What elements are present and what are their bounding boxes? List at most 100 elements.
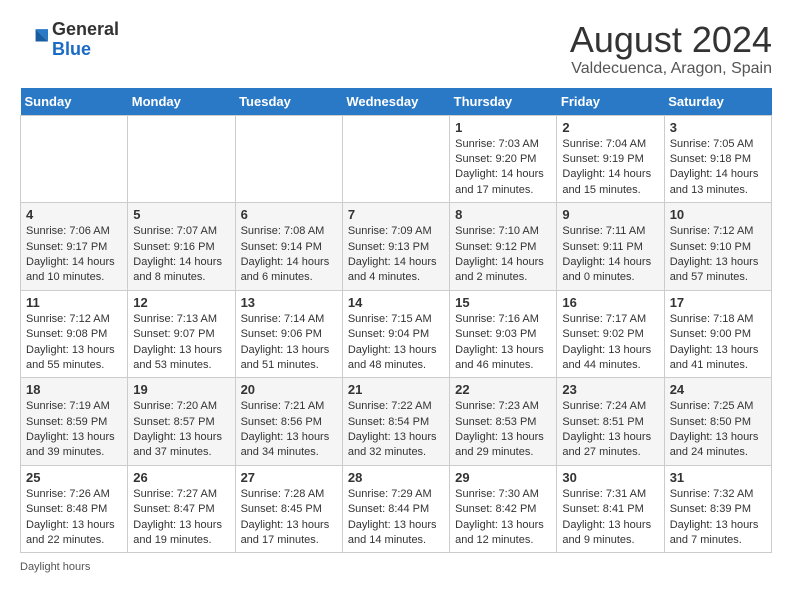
calendar-cell: 31 Sunrise: 7:32 AM Sunset: 8:39 PM Dayli… bbox=[664, 465, 771, 553]
weekday-header-tuesday: Tuesday bbox=[235, 88, 342, 116]
daylight-label: Daylight hours bbox=[20, 561, 90, 573]
day-info: Sunrise: 7:04 AM Sunset: 9:19 PM Dayligh… bbox=[562, 137, 658, 199]
week-row-3: 18 Sunrise: 7:19 AM Sunset: 8:59 PM Dayli… bbox=[21, 378, 772, 466]
day-info: Sunrise: 7:25 AM Sunset: 8:50 PM Dayligh… bbox=[670, 399, 766, 461]
weekday-header-thursday: Thursday bbox=[450, 88, 557, 116]
calendar-cell: 14Sunrise: 7:15 AM Sunset: 9:04 PM Dayli… bbox=[342, 290, 449, 378]
day-number: 8 bbox=[455, 207, 551, 222]
day-number: 13 bbox=[241, 295, 337, 310]
calendar-cell bbox=[342, 115, 449, 203]
day-info: Sunrise: 7:10 AM Sunset: 9:12 PM Dayligh… bbox=[455, 224, 551, 286]
day-info: Sunrise: 7:13 AM Sunset: 9:07 PM Dayligh… bbox=[133, 312, 229, 374]
day-number: 21 bbox=[348, 382, 444, 397]
day-info: Sunrise: 7:24 AM Sunset: 8:51 PM Dayligh… bbox=[562, 399, 658, 461]
calendar-cell: 25Sunrise: 7:26 AM Sunset: 8:48 PM Dayli… bbox=[21, 465, 128, 553]
day-number: 31 bbox=[670, 470, 766, 485]
weekday-header-row: SundayMondayTuesdayWednesdayThursdayFrid… bbox=[21, 88, 772, 116]
calendar-table: SundayMondayTuesdayWednesdayThursdayFrid… bbox=[20, 88, 772, 554]
day-info: Sunrise: 7:22 AM Sunset: 8:54 PM Dayligh… bbox=[348, 399, 444, 461]
calendar-cell: 8 Sunrise: 7:10 AM Sunset: 9:12 PM Daylig… bbox=[450, 203, 557, 291]
calendar-cell: 3Sunrise: 7:05 AM Sunset: 9:18 PM Daylig… bbox=[664, 115, 771, 203]
calendar-cell: 11 Sunrise: 7:12 AM Sunset: 9:08 PM Dayli… bbox=[21, 290, 128, 378]
calendar-cell: 4 Sunrise: 7:06 AM Sunset: 9:17 PM Daylig… bbox=[21, 203, 128, 291]
day-info: Sunrise: 7:16 AM Sunset: 9:03 PM Dayligh… bbox=[455, 312, 551, 374]
day-number: 15 bbox=[455, 295, 551, 310]
day-info: Sunrise: 7:12 AM Sunset: 9:08 PM Dayligh… bbox=[26, 312, 122, 374]
day-number: 12 bbox=[133, 295, 229, 310]
day-number: 9 bbox=[562, 207, 658, 222]
calendar-cell: 21 Sunrise: 7:22 AM Sunset: 8:54 PM Dayli… bbox=[342, 378, 449, 466]
day-number: 20 bbox=[241, 382, 337, 397]
day-number: 11 bbox=[26, 295, 122, 310]
calendar-cell: 23Sunrise: 7:24 AM Sunset: 8:51 PM Dayli… bbox=[557, 378, 664, 466]
day-number: 6 bbox=[241, 207, 337, 222]
calendar-cell: 5 Sunrise: 7:07 AM Sunset: 9:16 PM Daylig… bbox=[128, 203, 235, 291]
weekday-header-saturday: Saturday bbox=[664, 88, 771, 116]
week-row-2: 11 Sunrise: 7:12 AM Sunset: 9:08 PM Dayli… bbox=[21, 290, 772, 378]
day-number: 10 bbox=[670, 207, 766, 222]
logo: General Blue bbox=[20, 20, 119, 60]
day-info: Sunrise: 7:17 AM Sunset: 9:02 PM Dayligh… bbox=[562, 312, 658, 374]
day-number: 5 bbox=[133, 207, 229, 222]
day-number: 1 bbox=[455, 120, 551, 135]
day-info: Sunrise: 7:31 AM Sunset: 8:41 PM Dayligh… bbox=[562, 487, 658, 549]
day-info: Sunrise: 7:26 AM Sunset: 8:48 PM Dayligh… bbox=[26, 487, 122, 549]
calendar-cell: 10 Sunrise: 7:12 AM Sunset: 9:10 PM Dayli… bbox=[664, 203, 771, 291]
calendar-cell: 16 Sunrise: 7:17 AM Sunset: 9:02 PM Dayli… bbox=[557, 290, 664, 378]
calendar-cell: 28Sunrise: 7:29 AM Sunset: 8:44 PM Dayli… bbox=[342, 465, 449, 553]
day-info: Sunrise: 7:32 AM Sunset: 8:39 PM Dayligh… bbox=[670, 487, 766, 549]
day-number: 4 bbox=[26, 207, 122, 222]
footer: Daylight hours bbox=[20, 561, 772, 573]
calendar-cell: 26Sunrise: 7:27 AM Sunset: 8:47 PM Dayli… bbox=[128, 465, 235, 553]
logo-blue: Blue bbox=[52, 39, 91, 59]
weekday-header-sunday: Sunday bbox=[21, 88, 128, 116]
day-info: Sunrise: 7:07 AM Sunset: 9:16 PM Dayligh… bbox=[133, 224, 229, 286]
weekday-header-friday: Friday bbox=[557, 88, 664, 116]
day-number: 26 bbox=[133, 470, 229, 485]
day-info: Sunrise: 7:29 AM Sunset: 8:44 PM Dayligh… bbox=[348, 487, 444, 549]
day-info: Sunrise: 7:14 AM Sunset: 9:06 PM Dayligh… bbox=[241, 312, 337, 374]
page-header: General Blue August 2024 Valdecuenca, Ar… bbox=[20, 20, 772, 78]
day-number: 17 bbox=[670, 295, 766, 310]
day-info: Sunrise: 7:11 AM Sunset: 9:11 PM Dayligh… bbox=[562, 224, 658, 286]
day-info: Sunrise: 7:20 AM Sunset: 8:57 PM Dayligh… bbox=[133, 399, 229, 461]
calendar-cell: 15 Sunrise: 7:16 AM Sunset: 9:03 PM Dayli… bbox=[450, 290, 557, 378]
calendar-cell: 1 Sunrise: 7:03 AM Sunset: 9:20 PM Daylig… bbox=[450, 115, 557, 203]
calendar-cell: 29 Sunrise: 7:30 AM Sunset: 8:42 PM Dayli… bbox=[450, 465, 557, 553]
calendar-cell: 9 Sunrise: 7:11 AM Sunset: 9:11 PM Daylig… bbox=[557, 203, 664, 291]
day-number: 19 bbox=[133, 382, 229, 397]
day-info: Sunrise: 7:30 AM Sunset: 8:42 PM Dayligh… bbox=[455, 487, 551, 549]
calendar-cell: 18 Sunrise: 7:19 AM Sunset: 8:59 PM Dayli… bbox=[21, 378, 128, 466]
title-block: August 2024 Valdecuenca, Aragon, Spain bbox=[570, 20, 772, 78]
day-number: 27 bbox=[241, 470, 337, 485]
calendar-cell: 17Sunrise: 7:18 AM Sunset: 9:00 PM Dayli… bbox=[664, 290, 771, 378]
day-number: 29 bbox=[455, 470, 551, 485]
day-info: Sunrise: 7:09 AM Sunset: 9:13 PM Dayligh… bbox=[348, 224, 444, 286]
calendar-cell bbox=[128, 115, 235, 203]
day-number: 18 bbox=[26, 382, 122, 397]
weekday-header-monday: Monday bbox=[128, 88, 235, 116]
calendar-cell bbox=[21, 115, 128, 203]
calendar-cell: 24Sunrise: 7:25 AM Sunset: 8:50 PM Dayli… bbox=[664, 378, 771, 466]
day-number: 16 bbox=[562, 295, 658, 310]
day-info: Sunrise: 7:12 AM Sunset: 9:10 PM Dayligh… bbox=[670, 224, 766, 286]
day-info: Sunrise: 7:23 AM Sunset: 8:53 PM Dayligh… bbox=[455, 399, 551, 461]
location: Valdecuenca, Aragon, Spain bbox=[570, 60, 772, 78]
day-info: Sunrise: 7:08 AM Sunset: 9:14 PM Dayligh… bbox=[241, 224, 337, 286]
day-info: Sunrise: 7:06 AM Sunset: 9:17 PM Dayligh… bbox=[26, 224, 122, 286]
day-info: Sunrise: 7:28 AM Sunset: 8:45 PM Dayligh… bbox=[241, 487, 337, 549]
calendar-cell: 20Sunrise: 7:21 AM Sunset: 8:56 PM Dayli… bbox=[235, 378, 342, 466]
weekday-header-wednesday: Wednesday bbox=[342, 88, 449, 116]
week-row-0: 1 Sunrise: 7:03 AM Sunset: 9:20 PM Daylig… bbox=[21, 115, 772, 203]
week-row-4: 25Sunrise: 7:26 AM Sunset: 8:48 PM Dayli… bbox=[21, 465, 772, 553]
logo-text: General Blue bbox=[52, 20, 119, 60]
calendar-cell: 30Sunrise: 7:31 AM Sunset: 8:41 PM Dayli… bbox=[557, 465, 664, 553]
day-info: Sunrise: 7:03 AM Sunset: 9:20 PM Dayligh… bbox=[455, 137, 551, 199]
day-info: Sunrise: 7:19 AM Sunset: 8:59 PM Dayligh… bbox=[26, 399, 122, 461]
week-row-1: 4 Sunrise: 7:06 AM Sunset: 9:17 PM Daylig… bbox=[21, 203, 772, 291]
day-number: 3 bbox=[670, 120, 766, 135]
calendar-cell: 6 Sunrise: 7:08 AM Sunset: 9:14 PM Daylig… bbox=[235, 203, 342, 291]
calendar-cell: 2Sunrise: 7:04 AM Sunset: 9:19 PM Daylig… bbox=[557, 115, 664, 203]
calendar-cell: 7Sunrise: 7:09 AM Sunset: 9:13 PM Daylig… bbox=[342, 203, 449, 291]
calendar-cell: 12 Sunrise: 7:13 AM Sunset: 9:07 PM Dayli… bbox=[128, 290, 235, 378]
